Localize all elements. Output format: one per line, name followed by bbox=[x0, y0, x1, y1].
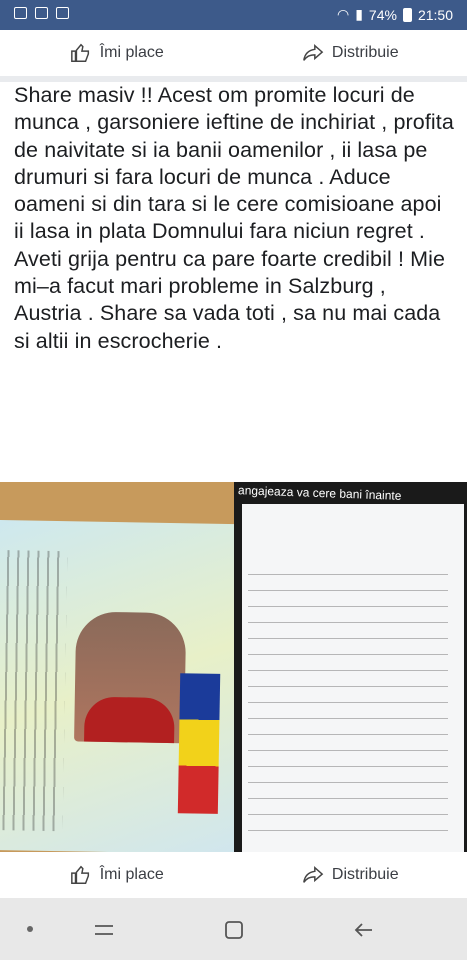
share-button[interactable]: Distribuie bbox=[234, 42, 467, 64]
check-icon bbox=[56, 7, 69, 19]
like-button[interactable]: Îmi place bbox=[0, 864, 234, 886]
image-icon bbox=[14, 7, 27, 19]
like-button[interactable]: Îmi place bbox=[0, 42, 234, 64]
nav-dot bbox=[27, 926, 33, 932]
post-actions-top: Îmi place Distribuie bbox=[0, 30, 467, 76]
recents-icon[interactable] bbox=[92, 918, 116, 942]
like-label: Îmi place bbox=[99, 866, 164, 883]
home-icon[interactable] bbox=[222, 918, 246, 942]
id-text-lines bbox=[0, 549, 68, 832]
id-card-image bbox=[0, 519, 243, 852]
post-actions-bottom: Îmi place Distribuie bbox=[0, 852, 467, 898]
status-bar: ◠ ▮ 74% 21:50 bbox=[0, 0, 467, 30]
share-button[interactable]: Distribuie bbox=[234, 864, 467, 886]
post-text: Share masiv !! Acest om promite locuri d… bbox=[14, 83, 454, 353]
phone-screenshot: angajeaza va cere bani înainte bbox=[234, 482, 467, 852]
phone-screen bbox=[242, 504, 464, 852]
clock: 21:50 bbox=[417, 6, 453, 23]
share-icon bbox=[303, 866, 324, 883]
battery-percent: 74% bbox=[368, 6, 397, 23]
like-label: Îmi place bbox=[99, 44, 164, 61]
post-photo[interactable]: angajeaza va cere bani înainte bbox=[0, 482, 467, 852]
like-icon bbox=[70, 43, 89, 62]
gmail-icon bbox=[35, 7, 48, 19]
id-portrait bbox=[74, 611, 187, 744]
navigation-bar bbox=[0, 898, 467, 960]
wifi-icon: ◠ bbox=[336, 6, 350, 22]
like-icon bbox=[70, 865, 89, 884]
signal-icon: ▮ bbox=[355, 6, 363, 22]
phone-text-lines bbox=[248, 564, 448, 834]
share-label: Distribuie bbox=[331, 44, 399, 61]
share-icon bbox=[303, 44, 324, 61]
phone-caption: angajeaza va cere bani înainte bbox=[237, 483, 402, 503]
battery-icon bbox=[402, 7, 412, 22]
id-flag-stripe bbox=[177, 673, 221, 814]
back-icon[interactable] bbox=[352, 918, 376, 942]
share-label: Distribuie bbox=[331, 866, 399, 883]
